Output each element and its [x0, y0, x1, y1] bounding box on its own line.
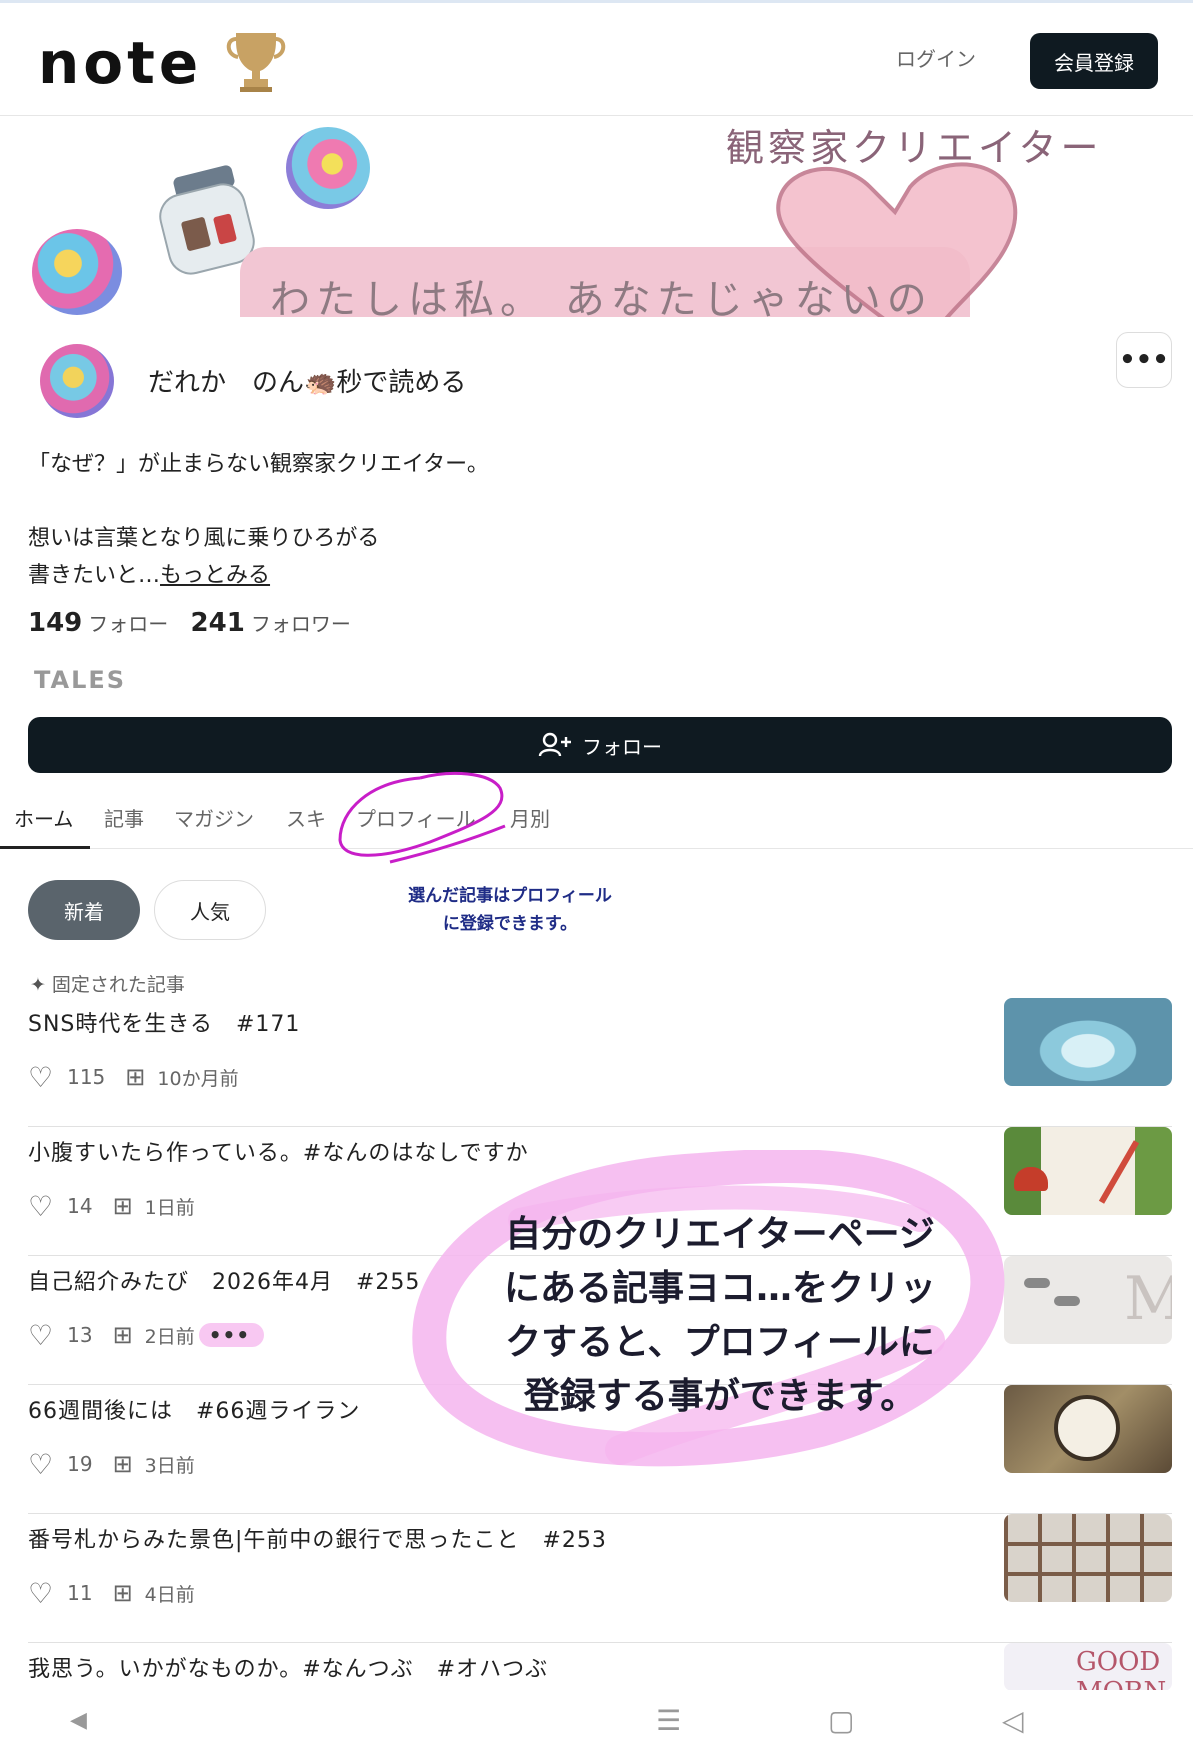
trophy-icon	[226, 33, 286, 92]
following-count[interactable]: 149	[28, 608, 82, 638]
like-count: 11	[67, 1581, 93, 1605]
like-count: 14	[67, 1194, 93, 1218]
magazine-add-icon[interactable]: ⊞	[125, 1063, 145, 1091]
article-thumbnail[interactable]: GOOD MORN	[1004, 1643, 1172, 1691]
article-date: 4日前	[144, 1583, 195, 1606]
heart-icon[interactable]: ♡	[28, 1448, 53, 1481]
login-link[interactable]: ログイン	[896, 43, 976, 72]
follow-button[interactable]: フォロー	[28, 717, 1172, 773]
like-count: 19	[67, 1452, 93, 1476]
article-title[interactable]: 番号札からみた景色|午前中の銀行で思ったこと #253	[28, 1522, 607, 1554]
pinned-label: ✦ 固定された記事	[30, 970, 185, 997]
tales-badge: TALES	[34, 666, 127, 694]
heart-icon[interactable]: ♡	[28, 1061, 53, 1094]
recent-apps-icon[interactable]: ☰	[656, 1704, 681, 1737]
filter-popular[interactable]: 人気	[154, 880, 266, 940]
magazine-add-icon[interactable]: ⊞	[113, 1321, 133, 1349]
heart-icon[interactable]: ♡	[28, 1319, 53, 1352]
heart-icon[interactable]: ♡	[28, 1190, 53, 1223]
heart-icon[interactable]: ♡	[28, 1577, 53, 1610]
magazine-add-icon[interactable]: ⊞	[113, 1450, 133, 1478]
tab-articles[interactable]: 記事	[104, 803, 144, 832]
article-thumbnail[interactable]	[1004, 1385, 1172, 1473]
magazine-add-icon[interactable]: ⊞	[113, 1579, 133, 1607]
bio-more-link[interactable]: もっとみる	[160, 563, 270, 588]
article-row[interactable]: SNS時代を生きる #171 ♡ 115 ⊞ 10か月前	[28, 998, 1172, 1127]
article-title[interactable]: 自己紹介みたび 2026年4月 #255	[28, 1264, 420, 1296]
locker-divider	[1004, 1542, 1172, 1546]
followers-count[interactable]: 241	[191, 608, 245, 638]
note-logo[interactable]: note	[38, 29, 202, 97]
more-menu-button[interactable]: •••	[1116, 332, 1172, 388]
doodle-cluster-left	[32, 229, 122, 315]
article-thumbnail[interactable]	[1004, 1514, 1172, 1602]
article-date: 1日前	[144, 1196, 195, 1219]
like-count: 115	[67, 1065, 106, 1089]
add-user-icon	[538, 732, 571, 757]
like-count: 13	[67, 1323, 93, 1347]
top-bar: note ログイン 会員登録	[0, 0, 1193, 116]
annotation-note-big: 自分のクリエイターページ にある記事ヨコ…をクリッ クすると、プロフィールに 登…	[470, 1208, 970, 1424]
article-meta: ♡ 14 ⊞ 1日前	[28, 1189, 195, 1223]
annotation-note-small: 選んだ記事はプロフィール に登録できます。	[390, 882, 630, 938]
article-thumbnail[interactable]: M	[1004, 1256, 1172, 1344]
chat-bubble-icon	[1024, 1278, 1050, 1288]
following-label[interactable]: フォロー	[88, 612, 168, 636]
annotation-big-text: 自分のクリエイターページ にある記事ヨコ…をクリッ クすると、プロフィールに 登…	[503, 1214, 936, 1417]
article-meta: ♡ 11 ⊞ 4日前	[28, 1576, 195, 1610]
creator-name: だれか のん🦔秒で読める	[148, 368, 467, 398]
article-date: 3日前	[144, 1454, 195, 1477]
pin-icon: ✦	[30, 974, 46, 996]
clock-icon	[1054, 1395, 1120, 1461]
article-title[interactable]: 66週間後には #66週ライラン	[28, 1393, 360, 1425]
article-date: 2日前	[144, 1325, 195, 1348]
avatar[interactable]	[40, 344, 114, 418]
back-triangle-icon[interactable]: ◁	[1002, 1704, 1024, 1737]
followers-label[interactable]: フォロワー	[251, 612, 351, 636]
tab-likes[interactable]: スキ	[286, 803, 326, 832]
locker-divider	[1004, 1572, 1172, 1576]
article-meta: ♡ 115 ⊞ 10か月前	[28, 1060, 239, 1094]
pencil-icon	[1098, 1140, 1140, 1204]
follow-stats: 149 フォロー 241 フォロワー	[28, 608, 365, 638]
signup-button[interactable]: 会員登録	[1030, 33, 1158, 89]
article-menu-button[interactable]: •••	[198, 1323, 265, 1347]
filter-new[interactable]: 新着	[28, 880, 140, 940]
article-date: 10か月前	[157, 1067, 239, 1090]
chat-bubble-icon	[1054, 1296, 1080, 1306]
annotation-circle	[338, 771, 506, 864]
active-tab-underline	[0, 846, 90, 849]
letter-m-decoration: M	[1124, 1264, 1172, 1334]
back-nav-icon[interactable]: ◀	[70, 1708, 87, 1733]
follow-button-label: フォロー	[582, 734, 662, 759]
system-nav-bar: ◀ ☰ ▢ ◁	[0, 1690, 1193, 1757]
bio-line-3: 書きたいと…もっとみる	[28, 557, 270, 589]
article-title[interactable]: 我思う。いかがなものか。#なんつぶ #オハつぶ	[28, 1651, 548, 1683]
tab-home[interactable]: ホーム	[14, 803, 73, 832]
header-banner: 観察家クリエイター わたしは私。 あなたじゃないの	[0, 117, 1193, 317]
bio-line-1: 「なぜ？」が止まらない観察家クリエイター。	[28, 452, 489, 477]
article-meta: ♡ 13 ⊞ 2日前 •••	[28, 1318, 265, 1352]
article-meta: ♡ 19 ⊞ 3日前	[28, 1447, 195, 1481]
bio-line-2: 想いは言葉となり風に乗りひろがる	[28, 526, 380, 551]
article-title[interactable]: SNS時代を生きる #171	[28, 1006, 300, 1038]
pinned-label-text: 固定された記事	[51, 974, 185, 996]
home-nav-icon[interactable]: ▢	[828, 1704, 854, 1737]
article-thumbnail[interactable]	[1004, 1127, 1172, 1215]
profile-tabs: ホーム 記事 マガジン スキ プロフィール 月別	[0, 785, 1193, 849]
magazine-add-icon[interactable]: ⊞	[113, 1192, 133, 1220]
tab-magazine[interactable]: マガジン	[174, 803, 254, 832]
article-row[interactable]: 番号札からみた景色|午前中の銀行で思ったこと #253 ♡ 11 ⊞ 4日前	[28, 1514, 1172, 1643]
article-thumbnail[interactable]	[1004, 998, 1172, 1086]
bio-line-3-text: 書きたいと…	[28, 563, 161, 588]
article-row[interactable]: 我思う。いかがなものか。#なんつぶ #オハつぶ GOOD MORN	[28, 1643, 1172, 1691]
doodle-cluster-right	[286, 127, 370, 209]
banner-tagline: わたしは私。 あなたじゃないの	[270, 277, 933, 317]
good-morning-lettering: GOOD MORN	[1076, 1647, 1166, 1691]
annotation-small-text: 選んだ記事はプロフィール に登録できます。	[408, 886, 612, 934]
